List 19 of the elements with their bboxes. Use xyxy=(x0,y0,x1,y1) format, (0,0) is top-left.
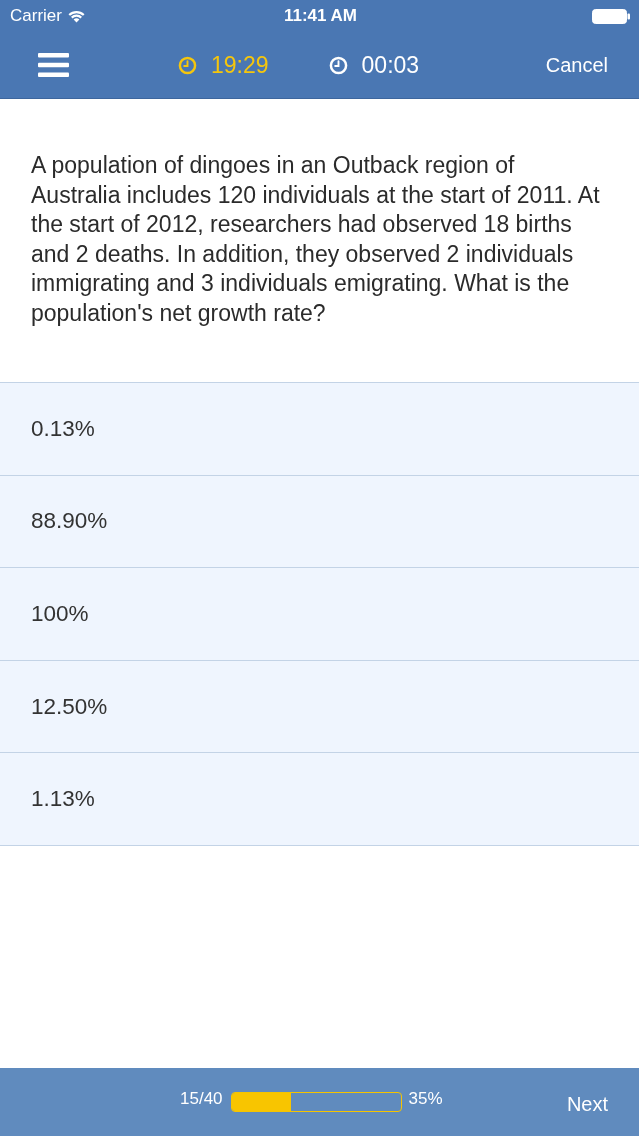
next-button[interactable]: Next xyxy=(566,1093,608,1116)
answer-option[interactable]: 12.50% xyxy=(0,660,639,754)
battery-icon xyxy=(592,8,631,24)
wifi-icon xyxy=(67,9,85,23)
progress-percent: 35% xyxy=(408,1088,443,1109)
timer-text: 19:29 xyxy=(211,51,269,79)
question-counter: 15/40 xyxy=(180,1088,223,1109)
clock-icon xyxy=(178,55,197,75)
answer-option[interactable]: 1.13% xyxy=(0,753,639,846)
menu-icon[interactable] xyxy=(38,53,69,77)
answer-option[interactable]: 100% xyxy=(0,568,639,661)
question-text: A population of dingoes in an Outback region of Australia includes 120 individuals at the start of 2011. At the start of 2012, researchers had observed 18 births and 2 deaths. In addition, they observed 2 individuals immigrating and 3 individuals emigrating. What is the population's net growth rate? xyxy=(31,151,601,328)
cancel-button[interactable]: Cancel xyxy=(545,53,608,77)
timer-text: 00:03 xyxy=(361,51,420,79)
answer-option[interactable]: 88.90% xyxy=(0,475,639,569)
answer-option[interactable]: 0.13% xyxy=(0,383,639,476)
carrier-text: Carrier xyxy=(10,6,62,26)
clock-icon xyxy=(328,55,348,75)
clock-time: 11:41 AM xyxy=(283,6,358,26)
